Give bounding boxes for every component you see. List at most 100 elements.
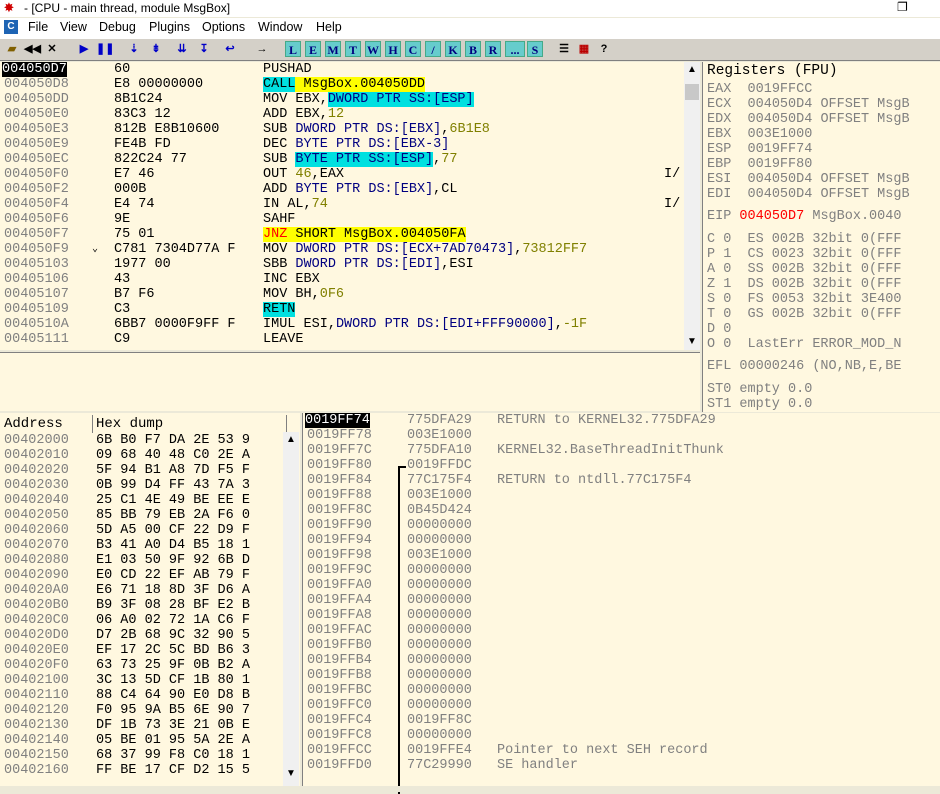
memory-map-button[interactable]: M (325, 41, 341, 57)
register-value[interactable]: 0019FF74 (748, 142, 813, 157)
register-line[interactable]: EBX 003E1000 (707, 127, 812, 142)
dump-row[interactable]: 00402060 5D A5 00 CF 22 D9 F (0, 523, 283, 538)
disasm-row[interactable]: 004050E9 FE4B FD DEC BYTE PTR DS:[EBX-3] (0, 137, 684, 152)
dump-row[interactable]: 00402020 5F 94 B1 A8 7D F5 F (0, 463, 283, 478)
flag-line[interactable]: Z 1 DS 002B 32bit 0(FFF (707, 277, 901, 292)
register-line[interactable]: P 1 CS 0023 32bit 0(FFF (707, 247, 901, 262)
run-trace-button[interactable]: ... (505, 41, 525, 57)
dump-row[interactable]: 00402040 25 C1 4E 49 BE EE E (0, 493, 283, 508)
grid-icon[interactable]: ▦ (576, 41, 592, 57)
dump-row[interactable]: 00402150 68 37 99 F8 C0 18 1 (0, 748, 283, 763)
flag-line[interactable]: O 0 LastErr ERROR_MOD_N (707, 337, 901, 352)
threads-button[interactable]: T (345, 41, 361, 57)
hex-dump-pane[interactable]: Address Hex dump 00402000 6B B0 F7 DA 2E … (0, 413, 300, 792)
scroll-down-icon[interactable]: ▼ (687, 336, 697, 347)
dump-row[interactable]: 004020A0 E6 71 18 8D 3F D6 A (0, 583, 283, 598)
scroll-down-icon[interactable]: ▼ (286, 768, 296, 779)
dump-row[interactable]: 00402160 FF BE 17 CF D2 15 5 (0, 763, 283, 778)
call-stack-button[interactable]: K (445, 41, 461, 57)
references-button[interactable]: R (485, 41, 501, 57)
register-line[interactable]: T 0 GS 002B 32bit 0(FFF (707, 307, 901, 322)
disasm-row[interactable]: 00405111 C9 LEAVE (0, 332, 684, 347)
breakpoints-button[interactable]: B (465, 41, 481, 57)
register-line[interactable]: ST1 empty 0.0 (707, 397, 812, 412)
menu-options[interactable]: Options (202, 20, 245, 34)
disasm-row[interactable]: 004050E0 83C3 12 ADD EBX,12 (0, 107, 684, 122)
patches-button[interactable]: / (425, 41, 441, 57)
goto-icon[interactable]: → (254, 41, 270, 57)
dump-row[interactable]: 00402120 F0 95 9A B5 6E 90 7 (0, 703, 283, 718)
dump-row[interactable]: 004020F0 63 73 25 9F 0B B2 A (0, 658, 283, 673)
scroll-thumb[interactable] (685, 84, 699, 100)
dump-row[interactable]: 004020E0 EF 17 2C 5C BD B6 3 (0, 643, 283, 658)
disasm-row[interactable]: 004050F7 75 01 JNZ SHORT MsgBox.004050FA (0, 227, 684, 242)
disasm-row[interactable]: 0040510A 6BB7 0000F9FF F IMUL ESI,DWORD PT… (0, 317, 684, 332)
step-over-icon[interactable]: ⇟ (148, 41, 164, 57)
flag-line[interactable]: C 0 ES 002B 32bit 0(FFF (707, 232, 901, 247)
disasm-row[interactable]: 00405103 1977 00 SBB DWORD PTR DS:[EDI],ES… (0, 257, 684, 272)
scroll-up-icon[interactable]: ▲ (687, 64, 697, 75)
disasm-row[interactable]: 004050D7 60 PUSHAD (0, 62, 684, 77)
disasm-row[interactable]: 004050EC 822C24 77 SUB BYTE PTR SS:[ESP],7… (0, 152, 684, 167)
register-line[interactable]: Z 1 DS 002B 32bit 0(FFF (707, 277, 901, 292)
flag-line[interactable]: S 0 FS 0053 32bit 3E400 (707, 292, 901, 307)
execute-till-return-icon[interactable]: ↩ (222, 41, 238, 57)
dump-row[interactable]: 00402010 09 68 40 48 C0 2E A (0, 448, 283, 463)
dump-row[interactable]: 00402050 85 BB 79 EB 2A F6 0 (0, 508, 283, 523)
disassembly-scrollbar[interactable]: ▲ ▼ (684, 62, 700, 350)
disasm-row[interactable]: 004050F0 E7 46 OUT 46,EAX I/ (0, 167, 684, 182)
register-value[interactable]: 004050D4 (748, 97, 813, 112)
menu-help[interactable]: Help (316, 20, 342, 34)
run-icon[interactable]: ▶ (76, 41, 92, 57)
register-line[interactable]: S 0 FS 0053 32bit 3E400 (707, 292, 901, 307)
source-button[interactable]: S (527, 41, 543, 57)
menu-window[interactable]: Window (258, 20, 302, 34)
register-line[interactable]: EAX 0019FFCC (707, 82, 812, 97)
flag-line[interactable]: A 0 SS 002B 32bit 0(FFF (707, 262, 901, 277)
fold-icon[interactable]: ⌄ (92, 242, 98, 257)
dump-row[interactable]: 00402080 E1 03 50 9F 92 6B D (0, 553, 283, 568)
rewind-icon[interactable]: ◀◀ (24, 41, 41, 57)
stack-row[interactable]: 0019FF78 003E1000 (303, 428, 940, 443)
stack-row[interactable]: 0019FF7C 775DFA10 KERNEL32.BaseThreadInitT… (303, 443, 940, 458)
disasm-row[interactable]: 00405106 43 INC EBX (0, 272, 684, 287)
dump-row[interactable]: 00402100 3C 13 5D CF 1B 80 1 (0, 673, 283, 688)
windows-button[interactable]: W (365, 41, 381, 57)
registers-pane[interactable]: Registers (FPU) EAX 0019FFCC ECX 004050D4… (702, 62, 940, 412)
eip-value[interactable]: 004050D7 (739, 209, 804, 224)
disasm-row[interactable]: 00405107 B7 F6 MOV BH,0F6 (0, 287, 684, 302)
step-into-icon[interactable]: ⇣ (126, 41, 142, 57)
register-value[interactable]: 0019FFCC (748, 82, 813, 97)
disasm-row[interactable]: 004050E3 812B E8B10600 SUB DWORD PTR DS:[E… (0, 122, 684, 137)
register-line[interactable]: A 0 SS 002B 32bit 0(FFF (707, 262, 901, 277)
fpu-register-line[interactable]: ST1 empty 0.0 (707, 397, 812, 412)
register-value[interactable]: 0019FF80 (748, 157, 813, 172)
register-line[interactable]: ECX 004050D4 OFFSET MsgB (707, 97, 910, 112)
dump-hex-header[interactable]: Hex dump (92, 415, 287, 433)
dump-row[interactable]: 00402090 E0 CD 22 EF AB 79 F (0, 568, 283, 583)
disasm-row[interactable]: 004050F9 ⌄ C781 7304D77A F MOV DWORD PTR DS… (0, 242, 684, 257)
stack-row[interactable]: 0019FF74 775DFA29 RETURN to KERNEL32.775DF… (303, 413, 940, 428)
trace-into-icon[interactable]: ⇊ (174, 41, 190, 57)
close-icon[interactable]: ✕ (44, 41, 60, 57)
log-window-button[interactable]: L (285, 41, 301, 57)
register-line[interactable]: C 0 ES 002B 32bit 0(FFF (707, 232, 901, 247)
registers-header[interactable]: Registers (FPU) (703, 62, 940, 80)
dump-row[interactable]: 00402140 05 BE 01 95 5A 2E A (0, 733, 283, 748)
register-value[interactable]: 004050D4 (748, 187, 813, 202)
dump-row[interactable]: 004020D0 D7 2B 68 9C 32 90 5 (0, 628, 283, 643)
dump-row[interactable]: 00402000 6B B0 F7 DA 2E 53 9 (0, 433, 283, 448)
pause-icon[interactable]: ❚❚ (96, 41, 114, 57)
register-line[interactable]: D 0 (707, 322, 731, 337)
register-line[interactable]: EFL 00000246 (NO,NB,E,BE (707, 359, 901, 374)
register-value[interactable]: 003E1000 (748, 127, 813, 142)
menu-view[interactable]: View (60, 20, 87, 34)
list-icon[interactable]: ☰ (556, 41, 572, 57)
register-line[interactable]: ST0 empty 0.0 (707, 382, 812, 397)
restore-icon[interactable]: ❐ (897, 0, 908, 14)
dump-row[interactable]: 00402110 88 C4 64 90 E0 D8 B (0, 688, 283, 703)
dump-row[interactable]: 004020C0 06 A0 02 72 1A C6 F (0, 613, 283, 628)
register-line[interactable]: EDI 004050D4 OFFSET MsgB (707, 187, 910, 202)
fpu-register-line[interactable]: ST0 empty 0.0 (707, 382, 812, 397)
disassembly-pane[interactable]: 004050D7 60 PUSHAD 004050D8 E8 00000000 CALL … (0, 62, 700, 350)
